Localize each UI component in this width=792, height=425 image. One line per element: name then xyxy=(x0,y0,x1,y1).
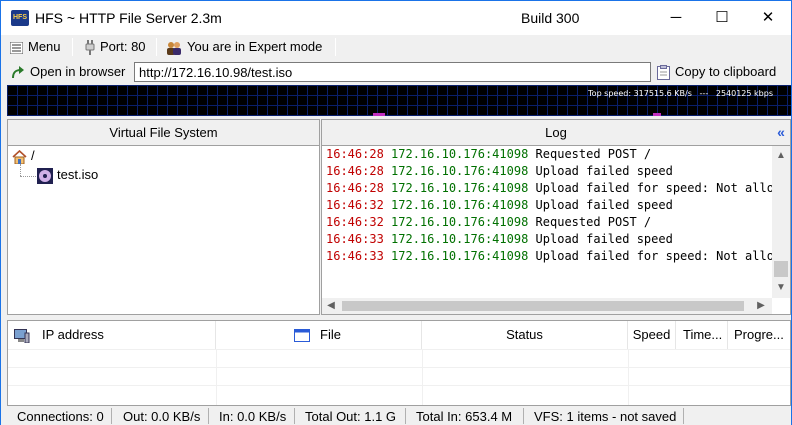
menu-button[interactable]: Menu xyxy=(10,38,61,56)
col-divider xyxy=(422,349,423,405)
url-input[interactable] xyxy=(134,62,651,82)
vfs-root-label: / xyxy=(31,148,35,163)
status-bar: Connections: 0 Out: 0.0 KB/s In: 0.0 KB/… xyxy=(1,407,791,425)
collapse-log-button[interactable]: « xyxy=(772,122,790,142)
log-line: 16:46:28 172.16.10.176:41098 Upload fail… xyxy=(326,181,772,195)
port-label: Port: 80 xyxy=(100,39,146,54)
kbps-text: 2540125 kbps xyxy=(715,89,773,98)
home-icon xyxy=(12,149,27,164)
graph-spike xyxy=(373,113,385,116)
computer-icon xyxy=(14,328,30,343)
log-header: Log xyxy=(322,120,790,146)
status-vfs: VFS: 1 items - not saved xyxy=(534,409,677,424)
log-vertical-scrollbar[interactable]: ▲ ▼ xyxy=(772,146,790,298)
connections-table[interactable]: IP address File Status Speed Time... Pro… xyxy=(7,320,791,406)
col-time[interactable]: Time... xyxy=(676,321,728,349)
vfs-file-item[interactable]: test.iso xyxy=(37,167,98,184)
col-progress[interactable]: Progre... xyxy=(728,321,790,349)
copy-to-clipboard-button[interactable]: Copy to clipboard xyxy=(657,63,776,81)
col-status[interactable]: Status xyxy=(422,321,628,349)
status-separator xyxy=(683,408,684,424)
status-out: Out: 0.0 KB/s xyxy=(123,409,201,424)
top-speed-text: Top speed: 317515.6 KB/s xyxy=(588,89,692,98)
graph-stats: Top speed: 317515.6 KB/s --- 2540125 kbp… xyxy=(588,89,773,98)
col-speed[interactable]: Speed xyxy=(628,321,676,349)
maximize-button[interactable]: ☐ xyxy=(699,1,745,35)
open-in-browser-label: Open in browser xyxy=(30,64,126,79)
col-divider xyxy=(216,349,217,405)
graph-separator: --- xyxy=(699,89,709,98)
vfs-header: Virtual File System xyxy=(8,120,319,146)
window-title: HFS ~ HTTP File Server 2.3m xyxy=(35,10,222,26)
copy-to-clipboard-label: Copy to clipboard xyxy=(675,64,777,79)
row-divider xyxy=(8,349,790,350)
status-total-out: Total Out: 1.1 G xyxy=(305,409,397,424)
scroll-down-icon[interactable]: ▼ xyxy=(772,280,790,296)
status-separator xyxy=(208,408,209,424)
clipboard-icon xyxy=(657,65,670,81)
scroll-up-icon[interactable]: ▲ xyxy=(772,148,790,164)
status-separator xyxy=(523,408,524,424)
status-separator xyxy=(405,408,406,424)
log-content[interactable]: 16:46:28 172.16.10.176:41098 Requested P… xyxy=(326,146,772,298)
build-label: Build 300 xyxy=(521,10,580,26)
col-file[interactable]: File xyxy=(216,321,422,349)
log-line: 16:46:28 172.16.10.176:41098 Requested P… xyxy=(326,147,652,161)
main-toolbar: Menu Port: 80 You are in Expert mode xyxy=(1,35,791,59)
graph-spike xyxy=(653,113,661,116)
disc-image-icon xyxy=(37,167,53,184)
menu-icon xyxy=(10,41,23,54)
col-ip-label: IP address xyxy=(42,327,104,342)
log-panel: Log « 16:46:28 172.16.10.176:41098 Reque… xyxy=(321,119,791,315)
status-connections: Connections: 0 xyxy=(17,409,104,424)
mode-label: You are in Expert mode xyxy=(187,39,323,54)
tree-line xyxy=(20,164,21,176)
users-icon xyxy=(167,41,181,55)
log-horizontal-scrollbar[interactable]: ◀ ▶ xyxy=(322,298,772,314)
status-separator xyxy=(111,408,112,424)
redo-arrow-icon xyxy=(12,66,24,79)
col-ip-address[interactable]: IP address xyxy=(8,321,216,349)
speed-graph: Top speed: 317515.6 KB/s --- 2540125 kbp… xyxy=(7,85,791,116)
vfs-panel: Virtual File System / test.iso xyxy=(7,119,320,315)
col-divider xyxy=(628,349,629,405)
scroll-thumb[interactable] xyxy=(342,301,744,311)
minimize-button[interactable]: ─ xyxy=(653,1,699,35)
status-in: In: 0.0 KB/s xyxy=(219,409,287,424)
hfs-window: HFS HFS ~ HTTP File Server 2.3m Build 30… xyxy=(0,0,792,425)
open-in-browser-button[interactable]: Open in browser xyxy=(11,63,125,81)
toolbar-separator xyxy=(156,38,157,56)
scroll-thumb[interactable] xyxy=(774,261,788,277)
mode-button[interactable]: You are in Expert mode xyxy=(166,38,322,56)
scroll-left-icon[interactable]: ◀ xyxy=(322,298,340,314)
hfs-logo-icon: HFS xyxy=(11,10,29,26)
close-button[interactable]: ✕ xyxy=(745,1,791,35)
scroll-right-icon[interactable]: ▶ xyxy=(752,298,770,314)
log-title: Log xyxy=(545,125,567,140)
plug-icon xyxy=(85,40,95,56)
tree-line xyxy=(20,176,36,177)
url-toolbar: Open in browser Copy to clipboard xyxy=(1,59,791,85)
log-line: 16:46:33 172.16.10.176:41098 Upload fail… xyxy=(326,249,772,263)
log-line: 16:46:28 172.16.10.176:41098 Upload fail… xyxy=(326,164,673,178)
row-divider xyxy=(8,385,790,386)
log-line: 16:46:33 172.16.10.176:41098 Upload fail… xyxy=(326,232,673,246)
col-file-label: File xyxy=(320,327,341,342)
vfs-root[interactable]: / xyxy=(12,148,35,164)
row-divider xyxy=(8,367,790,368)
title-bar[interactable]: HFS HFS ~ HTTP File Server 2.3m Build 30… xyxy=(1,1,791,35)
status-total-in: Total In: 653.4 M xyxy=(416,409,513,424)
port-button[interactable]: Port: 80 xyxy=(85,38,146,56)
log-line: 16:46:32 172.16.10.176:41098 Upload fail… xyxy=(326,198,673,212)
toolbar-separator xyxy=(335,38,336,56)
log-line: 16:46:32 172.16.10.176:41098 Requested P… xyxy=(326,215,652,229)
vfs-file-name: test.iso xyxy=(57,167,99,182)
window-icon xyxy=(294,329,310,343)
status-separator xyxy=(294,408,295,424)
menu-label: Menu xyxy=(28,39,61,54)
toolbar-separator xyxy=(72,38,73,56)
